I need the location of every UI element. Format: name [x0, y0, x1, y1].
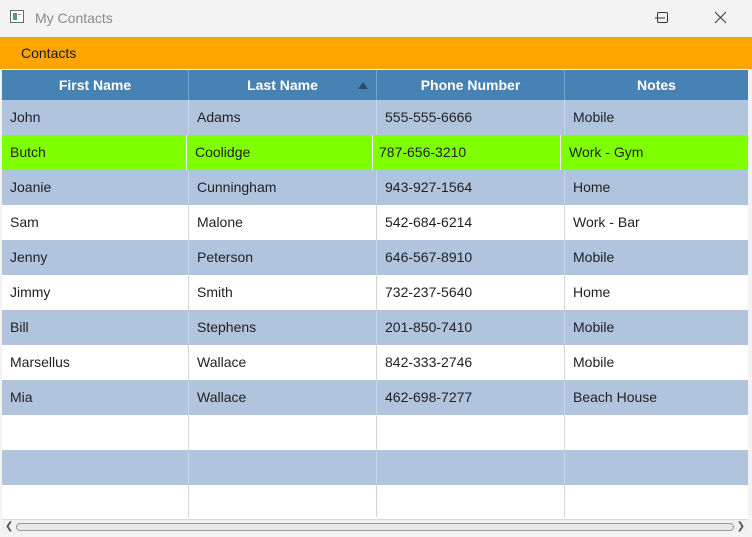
cell-notes: Beach House	[573, 389, 658, 405]
cell-first-name: Jenny	[2, 240, 189, 275]
cell-last-name: Smith	[189, 275, 377, 310]
cell-first-name: Marsellus	[2, 345, 189, 380]
cell-notes: Work - Gym	[569, 144, 644, 160]
tab-contacts[interactable]: Contacts	[21, 37, 76, 69]
cell-first-name: Butch	[2, 135, 187, 170]
table-row[interactable]: Jenny Peterson 646-567-8910 Mobile	[2, 240, 748, 275]
scroll-left-icon[interactable]: ❮	[5, 522, 13, 532]
tab-bar: Contacts	[0, 37, 752, 69]
table-row[interactable]: Marsellus Wallace 842-333-2746 Mobile	[2, 345, 748, 380]
horizontal-scrollbar[interactable]: ❮ ❯	[2, 519, 748, 534]
cell-phone: 201-850-7410	[377, 310, 565, 345]
cell-first-name: John	[2, 100, 189, 135]
table-row-selected[interactable]: Butch Coolidge 787-656-3210 Work - Gym	[2, 135, 748, 170]
cell-notes: Mobile	[573, 109, 615, 125]
cell-last-name: Cunningham	[189, 170, 377, 205]
table-header: First Name Last Name Phone Number Notes	[2, 70, 748, 100]
cell-notes: Mobile	[573, 249, 615, 265]
close-icon	[714, 11, 727, 24]
contacts-table: First Name Last Name Phone Number Notes …	[2, 70, 748, 517]
column-header-phone-number[interactable]: Phone Number	[377, 70, 565, 100]
cell-first-name: Joanie	[2, 170, 189, 205]
maximize-icon	[657, 12, 668, 23]
column-header-first-name[interactable]: First Name	[2, 70, 189, 100]
close-button[interactable]	[698, 0, 744, 37]
cell-last-name: Peterson	[189, 240, 377, 275]
cell-phone: 462-698-7277	[377, 380, 565, 415]
window-frame-right	[748, 69, 752, 537]
window-app-icon	[10, 10, 24, 23]
cell-phone: 646-567-8910	[377, 240, 565, 275]
cell-phone: 787-656-3210	[373, 135, 561, 170]
column-header-last-name[interactable]: Last Name	[189, 70, 377, 100]
sort-ascending-icon	[358, 82, 368, 89]
empty-row	[2, 415, 748, 450]
cell-phone: 943-927-1564	[377, 170, 565, 205]
cell-phone: 542-684-6214	[377, 205, 565, 240]
cell-last-name: Stephens	[189, 310, 377, 345]
cell-phone: 732-237-5640	[377, 275, 565, 310]
window-title: My Contacts	[35, 10, 113, 26]
cell-first-name: Bill	[2, 310, 189, 345]
cell-last-name: Wallace	[189, 380, 377, 415]
empty-row	[2, 485, 748, 517]
empty-row	[2, 450, 748, 485]
table-row[interactable]: Jimmy Smith 732-237-5640 Home	[2, 275, 748, 310]
cell-last-name: Wallace	[189, 345, 377, 380]
table-row[interactable]: Bill Stephens 201-850-7410 Mobile	[2, 310, 748, 345]
maximize-button[interactable]	[640, 0, 686, 37]
cell-phone: 555-555-6666	[377, 100, 565, 135]
table-row[interactable]: John Adams 555-555-6666 Mobile	[2, 100, 748, 135]
scrollbar-thumb[interactable]	[16, 523, 734, 531]
cell-first-name: Sam	[2, 205, 189, 240]
cell-notes: Home	[573, 179, 611, 195]
cell-last-name: Malone	[189, 205, 377, 240]
title-bar: My Contacts	[0, 0, 752, 37]
table-row[interactable]: Mia Wallace 462-698-7277 Beach House	[2, 380, 748, 415]
cell-first-name: Jimmy	[2, 275, 189, 310]
window-frame-bottom	[0, 533, 752, 537]
cell-notes: Home	[573, 284, 611, 300]
cell-first-name: Mia	[2, 380, 189, 415]
cell-last-name: Coolidge	[187, 135, 373, 170]
cell-notes: Mobile	[573, 319, 615, 335]
cell-phone: 842-333-2746	[377, 345, 565, 380]
table-row[interactable]: Joanie Cunningham 943-927-1564 Home	[2, 170, 748, 205]
cell-notes: Mobile	[573, 354, 615, 370]
scroll-right-icon[interactable]: ❯	[737, 522, 745, 532]
table-row[interactable]: Sam Malone 542-684-6214 Work - Bar	[2, 205, 748, 240]
column-header-notes[interactable]: Notes	[565, 70, 748, 100]
cell-last-name: Adams	[189, 100, 377, 135]
cell-notes: Work - Bar	[573, 214, 640, 230]
